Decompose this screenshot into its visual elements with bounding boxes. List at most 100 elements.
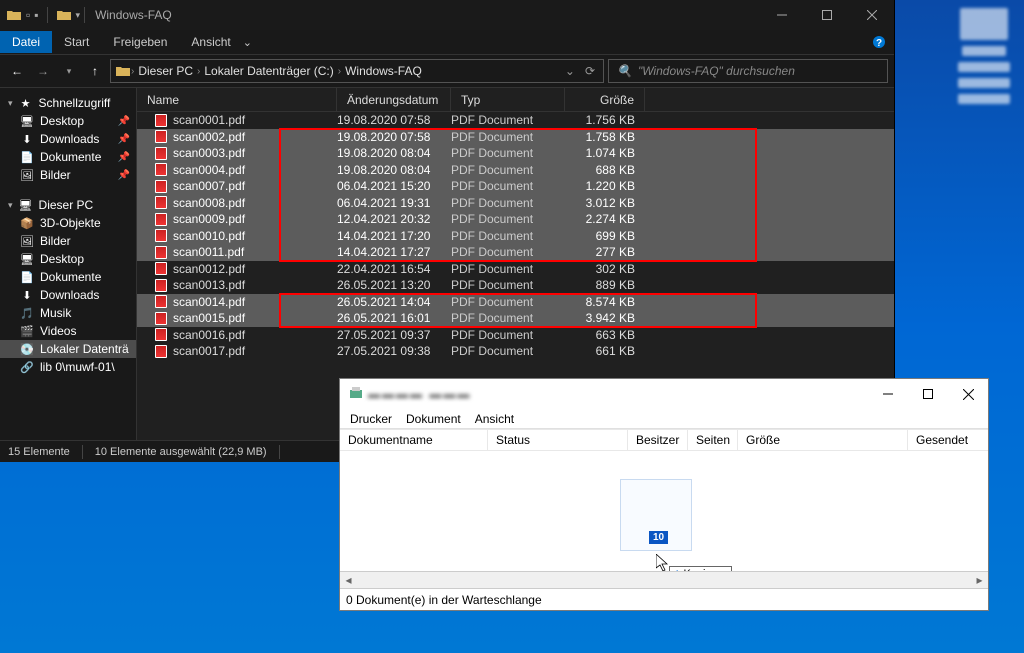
plus-icon: + — [674, 568, 680, 571]
column-header-name[interactable]: Name — [137, 88, 337, 111]
file-row[interactable]: scan0010.pdf 14.04.2021 17:20 PDF Docume… — [137, 228, 894, 245]
sidebar-item[interactable]: 🎬Videos — [0, 322, 136, 340]
maximize-button[interactable] — [804, 0, 849, 30]
tab-file[interactable]: Datei — [0, 31, 52, 53]
menu-printer[interactable]: Drucker — [350, 412, 392, 426]
maximize-button[interactable] — [908, 379, 948, 409]
breadcrumb-item[interactable]: Windows-FAQ — [341, 64, 426, 78]
pdf-icon — [155, 295, 167, 308]
file-row[interactable]: scan0009.pdf 12.04.2021 20:32 PDF Docume… — [137, 211, 894, 228]
status-bar: 0 Dokument(e) in der Warteschlange — [340, 588, 988, 610]
file-row[interactable]: scan0013.pdf 26.05.2021 13:20 PDF Docume… — [137, 277, 894, 294]
column-header-date[interactable]: Änderungsdatum — [337, 88, 451, 111]
column-header-size[interactable]: Größe — [565, 88, 645, 111]
column-header-docname[interactable]: Dokumentname — [340, 430, 488, 450]
file-row[interactable]: scan0001.pdf 19.08.2020 07:58 PDF Docume… — [137, 112, 894, 129]
menu-view[interactable]: Ansicht — [475, 412, 514, 426]
sidebar-item[interactable]: 📄Dokumente — [0, 268, 136, 286]
pdf-icon — [155, 262, 167, 275]
file-row[interactable]: scan0004.pdf 19.08.2020 08:04 PDF Docume… — [137, 162, 894, 179]
pdf-icon — [155, 147, 167, 160]
refresh-icon[interactable]: ⟳ — [585, 64, 595, 78]
tab-view[interactable]: Ansicht — [179, 31, 242, 53]
sidebar-item[interactable]: 🖼Bilder📌 — [0, 166, 136, 184]
sidebar-item[interactable]: 📦3D-Objekte — [0, 214, 136, 232]
tree-icon: 🖥 — [20, 114, 34, 128]
up-button[interactable]: ↑ — [84, 60, 106, 82]
window-title: Windows-FAQ — [89, 8, 172, 22]
file-row[interactable]: scan0014.pdf 26.05.2021 14:04 PDF Docume… — [137, 294, 894, 311]
breadcrumb-item[interactable]: Lokaler Datenträger (C:) — [200, 64, 337, 78]
sidebar-quick-access[interactable]: ▾ ★ Schnellzugriff — [0, 94, 136, 112]
file-row[interactable]: scan0016.pdf 27.05.2021 09:37 PDF Docume… — [137, 327, 894, 344]
file-row[interactable]: scan0007.pdf 06.04.2021 15:20 PDF Docume… — [137, 178, 894, 195]
pin-icon: 📌 — [118, 170, 130, 181]
ribbon: Datei Start Freigeben Ansicht ⌄ ? — [0, 30, 894, 54]
horizontal-scrollbar[interactable]: ◂ ▸ — [340, 571, 988, 588]
file-row[interactable]: scan0003.pdf 19.08.2020 08:04 PDF Docume… — [137, 145, 894, 162]
tab-share[interactable]: Freigeben — [101, 31, 179, 53]
tree-icon: 🖼 — [20, 234, 34, 248]
sidebar-this-pc[interactable]: ▾ 🖥 Dieser PC — [0, 196, 136, 214]
sidebar-item[interactable]: 🔗lib 0\muwf-01\ — [0, 358, 136, 376]
tree-icon: 💽 — [20, 342, 34, 356]
sidebar-item[interactable]: 🖥Desktop📌 — [0, 112, 136, 130]
column-header-status[interactable]: Status — [488, 430, 628, 450]
address-bar[interactable]: › Dieser PC › Lokaler Datenträger (C:) ›… — [110, 59, 604, 83]
help-icon[interactable]: ? — [872, 35, 886, 49]
properties-icon[interactable]: ▪ — [34, 8, 38, 22]
sidebar-item[interactable]: ⬇Downloads📌 — [0, 130, 136, 148]
file-row[interactable]: scan0008.pdf 06.04.2021 19:31 PDF Docume… — [137, 195, 894, 212]
column-header-pages[interactable]: Seiten — [688, 430, 738, 450]
search-icon: 🔍 — [617, 64, 632, 78]
file-row[interactable]: scan0011.pdf 14.04.2021 17:27 PDF Docume… — [137, 244, 894, 261]
breadcrumb-item[interactable]: Dieser PC — [134, 64, 197, 78]
sidebar-item[interactable]: 🖼Bilder — [0, 232, 136, 250]
titlebar[interactable]: ▫ ▪ ▾ Windows-FAQ — [0, 0, 894, 30]
checkbox-icon[interactable]: ▫ — [26, 8, 30, 22]
column-header-sent[interactable]: Gesendet — [908, 430, 968, 450]
titlebar[interactable]: ▬▬▬▬ ▬▬▬ — [340, 379, 988, 409]
file-row[interactable]: scan0015.pdf 26.05.2021 16:01 PDF Docume… — [137, 310, 894, 327]
sidebar-item[interactable]: 🎵Musik — [0, 304, 136, 322]
sidebar-item[interactable]: ⬇Downloads — [0, 286, 136, 304]
column-header-type[interactable]: Typ — [451, 88, 565, 111]
file-row[interactable]: scan0017.pdf 27.05.2021 09:38 PDF Docume… — [137, 343, 894, 360]
tree-icon: 🖼 — [20, 168, 34, 182]
collapse-ribbon-icon[interactable]: ⌄ — [243, 36, 252, 49]
file-row[interactable]: scan0012.pdf 22.04.2021 16:54 PDF Docume… — [137, 261, 894, 278]
file-row[interactable]: scan0002.pdf 19.08.2020 07:58 PDF Docume… — [137, 129, 894, 146]
minimize-button[interactable] — [868, 379, 908, 409]
forward-button[interactable]: → — [32, 60, 54, 82]
address-dropdown-icon[interactable]: ⌄ — [565, 64, 575, 78]
back-button[interactable]: ← — [6, 60, 28, 82]
scroll-left-icon[interactable]: ◂ — [340, 572, 357, 589]
recent-dropdown[interactable]: ▾ — [58, 60, 80, 82]
menu-document[interactable]: Dokument — [406, 412, 461, 426]
tree-icon: ⬇ — [20, 132, 34, 146]
column-header-owner[interactable]: Besitzer — [628, 430, 688, 450]
close-button[interactable] — [948, 379, 988, 409]
sidebar-item[interactable]: 💽Lokaler Datenträ — [0, 340, 136, 358]
minimize-button[interactable] — [759, 0, 804, 30]
sidebar: ▾ ★ Schnellzugriff🖥Desktop📌⬇Downloads📌📄D… — [0, 88, 137, 440]
search-input[interactable]: 🔍 "Windows-FAQ" durchsuchen — [608, 59, 888, 83]
sidebar-item[interactable]: 📄Dokumente📌 — [0, 148, 136, 166]
folder-icon — [6, 7, 22, 23]
tab-start[interactable]: Start — [52, 31, 101, 53]
scroll-right-icon[interactable]: ▸ — [971, 572, 988, 589]
column-header-size[interactable]: Größe — [738, 430, 908, 450]
print-queue-window: ▬▬▬▬ ▬▬▬ Drucker Dokument Ansicht Dokume… — [339, 378, 989, 611]
tree-icon: ⬇ — [20, 288, 34, 302]
tree-icon: 🖥 — [20, 252, 34, 266]
folder-icon — [115, 63, 131, 79]
close-button[interactable] — [849, 0, 894, 30]
pin-icon: 📌 — [118, 134, 130, 145]
pdf-icon — [155, 246, 167, 259]
printer-name: ▬▬▬▬ ▬▬▬ — [368, 387, 471, 401]
printer-icon — [348, 386, 364, 402]
desktop-thumbnail — [962, 46, 1006, 56]
sidebar-item[interactable]: 🖥Desktop — [0, 250, 136, 268]
chevron-down-icon[interactable]: ▾ — [76, 10, 81, 21]
tree-icon: 🎵 — [20, 306, 34, 320]
